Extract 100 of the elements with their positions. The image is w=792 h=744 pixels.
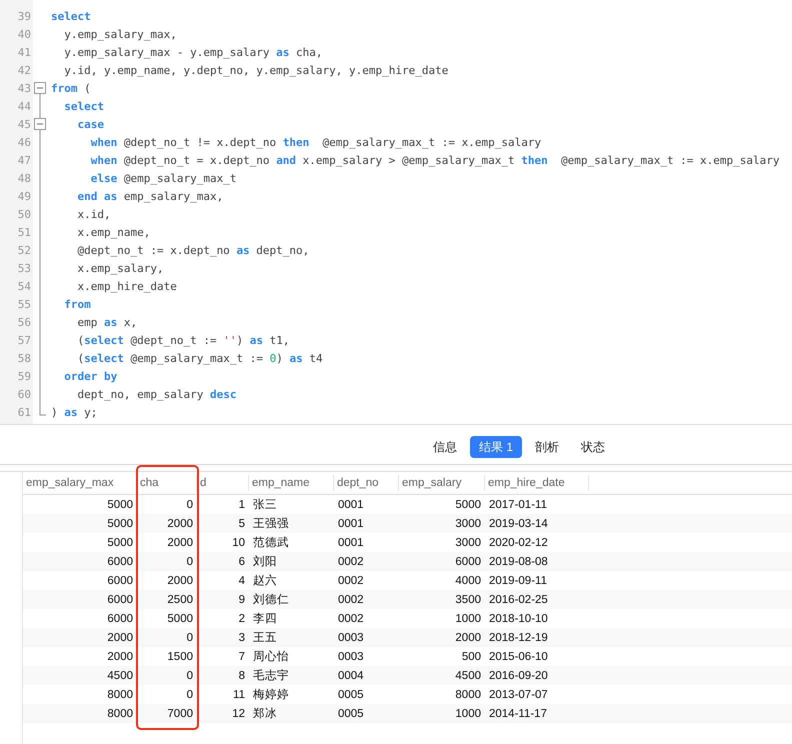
collapse-icon[interactable]	[34, 82, 46, 94]
column-header[interactable]: dept_no	[334, 475, 399, 491]
line-number: 39	[16, 10, 31, 22]
table-cell-text: 赵六	[252, 574, 278, 589]
table-cell-text: 4000	[454, 574, 482, 588]
table-cell-text: 0002	[337, 554, 365, 570]
table-cell-text: 1000	[454, 612, 482, 626]
code-line: when @dept_no_t = x.dept_no and x.emp_salary > @emp_salary_max_t then @emp_salary_max_t := x.emp_salary	[90, 154, 780, 166]
code-line: y.emp_salary_max,	[63, 28, 177, 40]
table-cell-text: 8000	[106, 706, 134, 722]
table-cell-text: 10	[231, 536, 246, 550]
column-header[interactable]: d	[197, 475, 249, 491]
table-cell-text: 2015-06-10	[488, 650, 549, 664]
table-cell-text: 2013-07-07	[488, 688, 549, 702]
table-cell-text: 3500	[454, 592, 482, 608]
table-cell-text: 梅婷婷	[252, 688, 290, 703]
line-number: 58	[16, 352, 31, 364]
line-number: 57	[16, 334, 31, 346]
table-cell-text: 6000	[106, 574, 134, 588]
code-line: x.emp_hire_date	[76, 280, 177, 292]
table-cell-text: 刘德仁	[252, 592, 290, 608]
table-cell-text: 5000	[166, 612, 194, 626]
table-cell-text: 郑冰	[252, 706, 278, 722]
line-number: 53	[16, 262, 31, 274]
table-cell-text: 2	[238, 612, 246, 626]
line-number: 40	[16, 28, 31, 40]
line-number: 47	[16, 154, 31, 166]
table-cell-text: 0	[186, 498, 194, 512]
result-tab[interactable]: 状态	[572, 436, 614, 458]
code-line: from (	[51, 82, 91, 94]
table-cell-text: 2016-09-20	[488, 668, 549, 684]
table-cell-text: 0	[186, 688, 194, 702]
table-cell-text: 8000	[454, 688, 482, 702]
table-cell-text: 3000	[454, 516, 482, 532]
table-cell-text: 2019-03-14	[488, 516, 549, 532]
line-number: 51	[16, 226, 31, 238]
code-line: dept_no, emp_salary desc	[76, 388, 236, 400]
code-line: when @dept_no_t != x.dept_no then @emp_salary_max_t := x.emp_salary	[90, 136, 542, 148]
line-number: 60	[16, 388, 31, 400]
line-number: 49	[16, 190, 31, 202]
table-cell-text: 11	[232, 688, 246, 702]
table-cell-text: 6000	[106, 592, 134, 608]
code-line: (select @dept_no_t := '') as t1,	[76, 334, 290, 346]
code-line: x.id,	[76, 208, 111, 220]
table-cell-text: 2018-12-19	[488, 630, 549, 646]
line-number: 50	[16, 208, 31, 220]
table-cell-text: 0002	[337, 592, 365, 608]
table-cell-text: 0001	[337, 516, 365, 532]
result-tab[interactable]: 信息	[424, 436, 466, 458]
table-cell-text: 王五	[252, 631, 278, 646]
line-number: 59	[16, 370, 31, 382]
code-line: ) as y;	[51, 406, 98, 418]
column-header[interactable]: emp_salary	[399, 475, 485, 491]
table-cell-text: 4500	[106, 668, 134, 684]
table-cell-text: 5000	[106, 516, 134, 532]
line-number: 56	[16, 316, 31, 328]
line-number: 43	[16, 82, 31, 94]
table-cell-text: 6000	[106, 554, 134, 570]
column-header[interactable]: emp_name	[249, 475, 334, 491]
table-cell-text: 500	[460, 650, 482, 664]
line-number: 52	[16, 244, 31, 256]
result-tab[interactable]: 结果 1	[470, 436, 522, 458]
table-cell-text: 2000	[106, 630, 134, 646]
table-cell-text: 李四	[252, 612, 278, 627]
table-cell-text: 7	[238, 650, 246, 664]
column-header[interactable]: emp_salary_max	[23, 475, 137, 491]
table-cell-text: 周心怡	[252, 649, 290, 665]
line-number: 41	[16, 46, 31, 58]
table-cell-text: 8000	[106, 688, 134, 702]
code-line: else @emp_salary_max_t	[90, 172, 236, 184]
code-line: order by	[63, 370, 118, 382]
table-cell-text: 6000	[106, 612, 134, 626]
code-line: end as emp_salary_max,	[76, 190, 224, 202]
result-tab[interactable]: 剖析	[526, 436, 568, 458]
table-cell-text: 0001	[337, 536, 365, 550]
line-number: 45	[16, 118, 31, 130]
line-number: 48	[16, 172, 31, 184]
column-header[interactable]: emp_hire_date	[485, 475, 589, 491]
table-cell-text: 0005	[337, 706, 365, 722]
code-line: y.emp_salary_max - y.emp_salary as cha,	[63, 46, 323, 58]
table-cell-text: 0	[186, 668, 194, 684]
table-cell-text: 8	[238, 668, 246, 684]
code-line: select	[63, 100, 104, 112]
table-cell-text: 2500	[166, 592, 194, 608]
table-cell-text: 2016-02-25	[488, 592, 549, 608]
table-cell-text: 5000	[106, 536, 134, 550]
column-header[interactable]: cha	[137, 475, 197, 491]
code-line: select	[51, 10, 91, 22]
table-cell-text: 0003	[337, 630, 365, 646]
table-cell-text: 毛志宇	[252, 668, 290, 684]
table-cell-text: 1500	[166, 650, 194, 664]
table-cell-text: 2000	[166, 574, 194, 588]
table-cell-text: 6000	[454, 554, 482, 570]
table-cell-text: 0001	[337, 498, 365, 512]
table-cell-text: 2000	[166, 516, 194, 532]
code-line: x.emp_salary,	[76, 262, 164, 274]
collapse-icon[interactable]	[34, 118, 46, 130]
table-cell-text: 2014-11-17	[488, 706, 548, 722]
table-cell-text: 4	[238, 574, 246, 588]
table-cell-text: 1000	[454, 706, 482, 722]
